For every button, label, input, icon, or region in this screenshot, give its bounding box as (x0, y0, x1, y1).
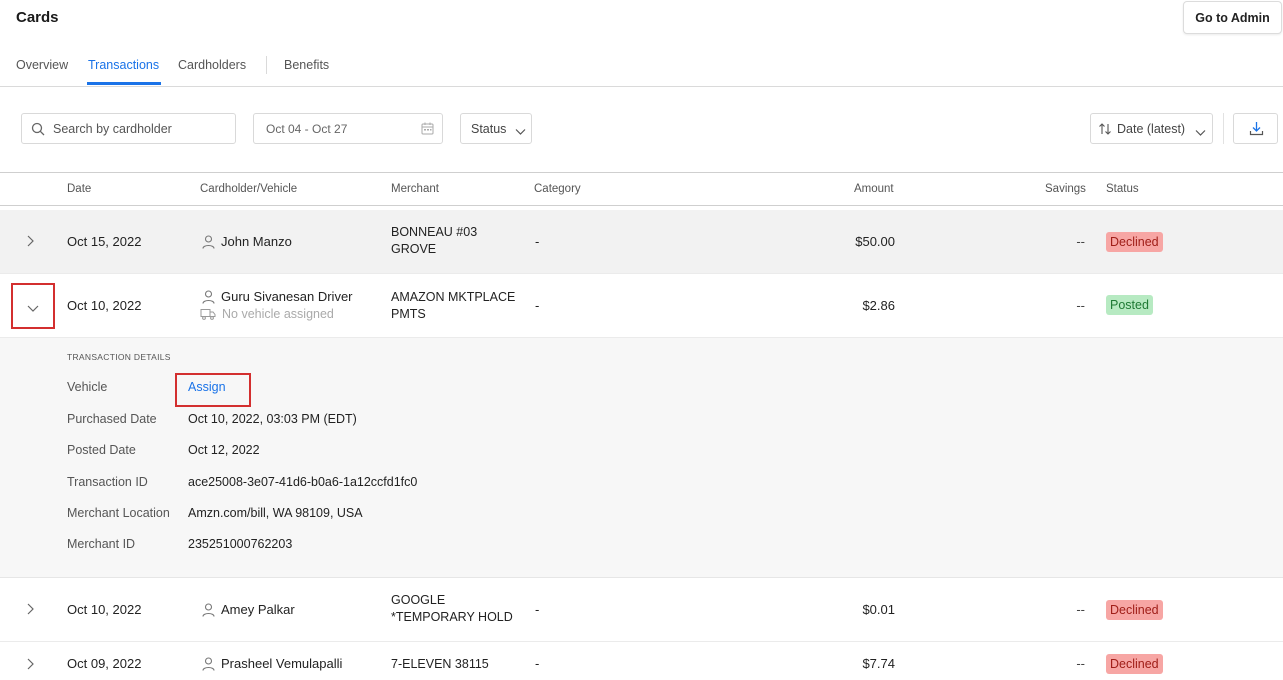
chevron-down-icon (515, 124, 526, 139)
merchant-location-label: Merchant Location (67, 506, 170, 520)
table-row[interactable]: Oct 09, 2022 Prasheel Vemulapalli 7-ELEV… (0, 642, 1283, 680)
column-header-category[interactable]: Category (534, 183, 581, 195)
status-badge: Posted (1106, 295, 1153, 315)
row-savings: -- (1076, 298, 1085, 313)
row-date: Oct 15, 2022 (67, 234, 142, 249)
row-cardholder: John Manzo (221, 234, 292, 249)
tab-benefits[interactable]: Benefits (284, 58, 329, 72)
table-row[interactable]: Oct 10, 2022 Guru Sivanesan Driver No ve… (0, 274, 1283, 338)
sort-arrows-icon (1098, 122, 1112, 139)
merchant-id-value: 235251000762203 (188, 537, 293, 551)
person-icon (202, 603, 215, 620)
row-merchant: AMAZON MKTPLACE PMTS (391, 290, 516, 321)
merchant-location-value: Amzn.com/bill, WA 98109, USA (188, 506, 363, 520)
merchant-id-label: Merchant ID (67, 537, 136, 551)
purchased-date-value: Oct 10, 2022, 03:03 PM (EDT) (188, 412, 357, 426)
row-date: Oct 10, 2022 (67, 602, 142, 617)
download-icon (1249, 121, 1264, 139)
transaction-id-label: Transaction ID (67, 475, 148, 489)
highlight-box-expand (11, 283, 55, 329)
row-cardholder: Guru Sivanesan Driver (221, 289, 353, 304)
row-date: Oct 10, 2022 (67, 298, 142, 313)
tab-cardholders[interactable]: Cardholders (178, 58, 246, 72)
download-button[interactable] (1233, 113, 1278, 144)
purchased-date-label: Purchased Date (67, 412, 157, 426)
sort-dropdown[interactable]: Date (latest) (1090, 113, 1213, 144)
status-badge: Declined (1106, 600, 1163, 620)
row-cardholder: Prasheel Vemulapalli (221, 656, 343, 671)
status-filter-label: Status (471, 122, 507, 136)
truck-icon (200, 308, 216, 323)
row-category: - (535, 298, 540, 313)
status-filter-dropdown[interactable]: Status (460, 113, 532, 144)
search-box[interactable] (21, 113, 236, 144)
chevron-right-icon[interactable] (26, 658, 35, 673)
column-header-savings[interactable]: Savings (1045, 183, 1086, 195)
row-amount: $50.00 (855, 234, 895, 249)
row-amount: $7.74 (862, 656, 895, 671)
table-header: Date Cardholder/Vehicle Merchant Categor… (0, 172, 1283, 206)
highlight-box-assign (175, 373, 251, 407)
row-savings: -- (1076, 234, 1085, 249)
column-header-date[interactable]: Date (67, 183, 91, 195)
posted-date-label: Posted Date (67, 443, 136, 457)
row-date: Oct 09, 2022 (67, 656, 142, 671)
tab-divider (266, 56, 267, 74)
posted-date-value: Oct 12, 2022 (188, 443, 260, 457)
status-badge: Declined (1106, 654, 1163, 674)
row-merchant: 7-ELEVEN 38115 (391, 657, 489, 671)
date-range-value: Oct 04 - Oct 27 (266, 122, 348, 136)
row-amount: $2.86 (862, 298, 895, 313)
vehicle-label: Vehicle (67, 380, 108, 394)
chevron-right-icon[interactable] (26, 235, 35, 250)
column-header-merchant[interactable]: Merchant (391, 183, 439, 195)
row-category: - (535, 656, 540, 671)
person-icon (202, 657, 215, 674)
date-range-picker[interactable]: Oct 04 - Oct 27 (253, 113, 443, 144)
status-badge: Declined (1106, 232, 1163, 252)
transaction-id-value: ace25008-3e07-41d6-b0a6-1a12ccfd1fc0 (188, 475, 418, 489)
row-merchant: GOOGLE *TEMPORARY HOLD (391, 593, 513, 624)
row-category: - (535, 234, 540, 249)
row-cardholder: Amey Palkar (221, 602, 295, 617)
tab-transactions[interactable]: Transactions (88, 58, 159, 72)
sort-label: Date (latest) (1117, 122, 1186, 136)
column-header-cardholder[interactable]: Cardholder/Vehicle (200, 183, 297, 195)
row-savings: -- (1076, 602, 1085, 617)
toolbar-divider (1223, 113, 1224, 144)
row-savings: -- (1076, 656, 1085, 671)
table-row[interactable]: Oct 10, 2022 Amey Palkar GOOGLE *TEMPORA… (0, 579, 1283, 642)
chevron-down-icon (1195, 125, 1206, 140)
row-merchant: BONNEAU #03 GROVE (391, 225, 478, 256)
chevron-right-icon[interactable] (26, 603, 35, 618)
page-title: Cards (16, 9, 59, 26)
tab-overview[interactable]: Overview (16, 58, 68, 72)
row-vehicle: No vehicle assigned (222, 307, 334, 321)
person-icon (202, 290, 215, 307)
person-icon (202, 235, 215, 252)
details-title: TRANSACTION DETAILS (67, 352, 171, 362)
search-input[interactable] (53, 114, 231, 143)
table-row[interactable]: Oct 15, 2022 John Manzo BONNEAU #03 GROV… (0, 210, 1283, 274)
column-header-amount[interactable]: Amount (854, 183, 894, 195)
go-to-admin-button[interactable]: Go to Admin (1183, 1, 1282, 34)
search-icon (31, 122, 45, 139)
calendar-icon (421, 122, 434, 138)
tab-bar: Overview Transactions Cardholders Benefi… (0, 50, 1283, 87)
row-category: - (535, 602, 540, 617)
column-header-status[interactable]: Status (1106, 183, 1139, 195)
row-amount: $0.01 (862, 602, 895, 617)
active-tab-indicator (87, 82, 161, 85)
